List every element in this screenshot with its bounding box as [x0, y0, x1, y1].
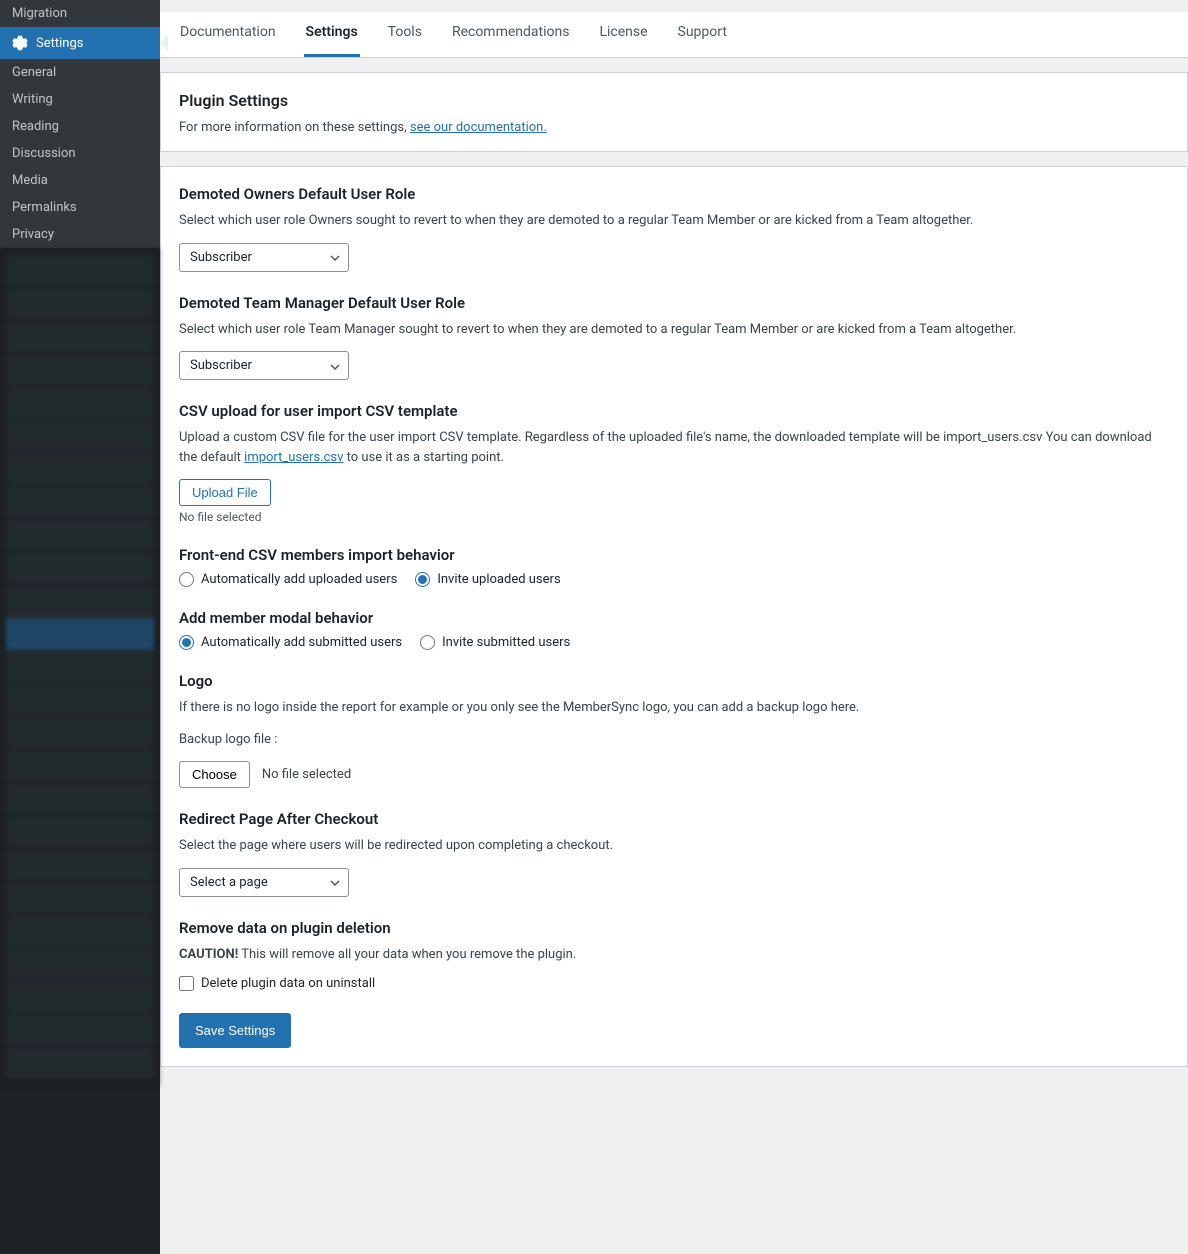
chevron-down-icon [330, 877, 340, 887]
upload-file-status: No file selected [179, 510, 1169, 524]
section-redirect: Redirect Page After Checkout Select the … [179, 810, 1169, 897]
sidebar-item-migration[interactable]: Migration [0, 0, 160, 27]
owner-role-select[interactable]: Subscriber [179, 243, 349, 272]
section-remove-data: Remove data on plugin deletion CAUTION! … [179, 919, 1169, 992]
page-title: Plugin Settings [179, 91, 1169, 110]
section-desc: CAUTION! This will remove all your data … [179, 945, 1169, 965]
main-content: Documentation Settings Tools Recommendat… [160, 0, 1188, 1254]
choose-logo-button[interactable]: Choose [179, 761, 250, 788]
sidebar-blurred-items [0, 248, 160, 1086]
radio-invite-submitted[interactable]: Invite submitted users [420, 635, 570, 650]
sidebar-sub-writing[interactable]: Writing [0, 86, 160, 113]
section-title: Remove data on plugin deletion [179, 919, 1169, 937]
section-title: Demoted Team Manager Default User Role [179, 294, 1169, 312]
sidebar-sub-media[interactable]: Media [0, 167, 160, 194]
header-card: Plugin Settings For more information on … [160, 72, 1188, 152]
save-settings-button[interactable]: Save Settings [179, 1013, 291, 1048]
tab-tools[interactable]: Tools [386, 12, 424, 57]
section-title: Demoted Owners Default User Role [179, 185, 1169, 203]
sidebar-item-settings[interactable]: Settings [0, 27, 160, 59]
tab-bar: Documentation Settings Tools Recommendat… [160, 12, 1188, 58]
section-import-behavior: Front-end CSV members import behavior Au… [179, 546, 1169, 587]
documentation-link[interactable]: see our documentation. [410, 120, 547, 135]
radio-auto-add-submitted[interactable]: Automatically add submitted users [179, 635, 402, 650]
upload-file-button[interactable]: Upload File [179, 479, 271, 506]
section-title: CSV upload for user import CSV template [179, 402, 1169, 420]
section-demoted-owners: Demoted Owners Default User Role Select … [179, 185, 1169, 272]
section-desc: Select the page where users will be redi… [179, 836, 1169, 856]
section-csv-upload: CSV upload for user import CSV template … [179, 402, 1169, 524]
admin-sidebar: Migration Settings General Writing Readi… [0, 0, 160, 1254]
logo-file-label: Backup logo file : [179, 730, 1169, 750]
section-desc: If there is no logo inside the report fo… [179, 698, 1169, 718]
sidebar-sub-discussion[interactable]: Discussion [0, 140, 160, 167]
sidebar-sub-permalinks[interactable]: Permalinks [0, 194, 160, 221]
section-title: Redirect Page After Checkout [179, 810, 1169, 828]
section-title: Add member modal behavior [179, 609, 1169, 627]
section-desc: Select which user role Team Manager soug… [179, 320, 1169, 340]
section-title: Front-end CSV members import behavior [179, 546, 1169, 564]
logo-file-status: No file selected [262, 767, 351, 782]
chevron-down-icon [330, 252, 340, 262]
settings-card: Demoted Owners Default User Role Select … [160, 166, 1188, 1067]
sidebar-submenu: General Writing Reading Discussion Media… [0, 59, 160, 248]
sidebar-sub-general[interactable]: General [0, 59, 160, 86]
section-desc: Upload a custom CSV file for the user im… [179, 428, 1169, 467]
sidebar-active-label: Settings [36, 36, 83, 51]
sidebar-sub-reading[interactable]: Reading [0, 113, 160, 140]
radio-auto-add-uploaded[interactable]: Automatically add uploaded users [179, 572, 397, 587]
tab-recommendations[interactable]: Recommendations [450, 12, 572, 57]
manager-role-select[interactable]: Subscriber [179, 351, 349, 380]
section-desc: Select which user role Owners sought to … [179, 211, 1169, 231]
tab-settings[interactable]: Settings [304, 12, 360, 57]
gear-icon [12, 35, 28, 51]
delete-data-checkbox[interactable]: Delete plugin data on uninstall [179, 976, 1169, 991]
chevron-down-icon [330, 361, 340, 371]
page-description: For more information on these settings, … [179, 120, 1169, 135]
section-title: Logo [179, 672, 1169, 690]
tab-license[interactable]: License [597, 12, 649, 57]
radio-invite-uploaded[interactable]: Invite uploaded users [415, 572, 560, 587]
redirect-page-select[interactable]: Select a page [179, 868, 349, 897]
sidebar-sub-privacy[interactable]: Privacy [0, 221, 160, 248]
section-logo: Logo If there is no logo inside the repo… [179, 672, 1169, 788]
section-modal-behavior: Add member modal behavior Automatically … [179, 609, 1169, 650]
default-csv-link[interactable]: import_users.csv [244, 450, 343, 465]
section-demoted-manager: Demoted Team Manager Default User Role S… [179, 294, 1169, 381]
tab-support[interactable]: Support [676, 12, 729, 57]
tab-documentation[interactable]: Documentation [178, 12, 278, 57]
